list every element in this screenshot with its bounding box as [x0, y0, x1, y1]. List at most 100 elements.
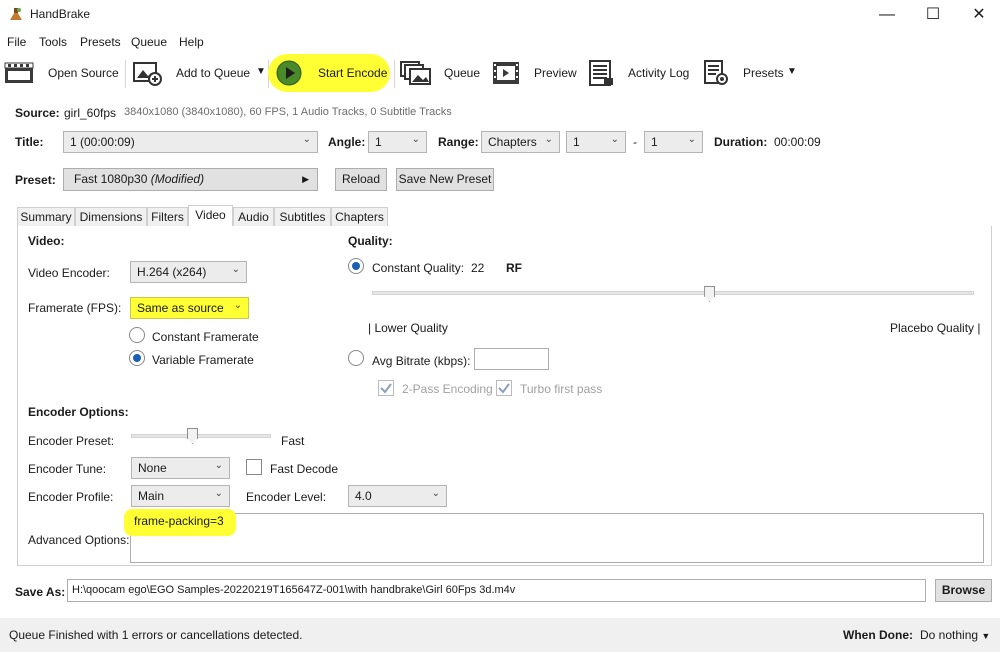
avg-bitrate-input[interactable] [474, 348, 549, 370]
range-select[interactable]: Chapters ⌄ [481, 131, 560, 153]
tab-subtitles[interactable]: Subtitles [274, 207, 331, 227]
chevron-down-icon: ⌄ [214, 488, 223, 499]
constant-quality-label[interactable]: Constant Quality: [372, 261, 464, 275]
constant-framerate-label[interactable]: Constant Framerate [152, 330, 259, 344]
presets-dropdown-icon[interactable]: ▼ [787, 66, 797, 77]
variable-framerate-radio[interactable] [129, 350, 145, 366]
fast-decode-checkbox[interactable] [246, 459, 262, 475]
duration-label: Duration: [714, 135, 768, 149]
tab-dimensions[interactable]: Dimensions [75, 207, 147, 227]
chevron-down-icon: ⌄ [431, 488, 440, 499]
encoder-options-heading: Encoder Options: [28, 405, 129, 419]
tab-summary[interactable]: Summary [17, 207, 75, 227]
minimize-button[interactable]: — [877, 5, 897, 25]
lower-quality-label: | Lower Quality [368, 321, 448, 335]
rf-unit: RF [506, 261, 522, 275]
chevron-down-icon: ⌄ [302, 134, 311, 145]
tab-chapters[interactable]: Chapters [331, 207, 388, 227]
browse-button[interactable]: Browse [935, 579, 992, 602]
save-new-preset-button[interactable]: Save New Preset [396, 168, 494, 191]
tab-video[interactable]: Video [188, 205, 233, 227]
add-to-queue-dropdown-icon[interactable]: ▼ [256, 66, 266, 77]
avg-bitrate-radio[interactable] [348, 350, 364, 366]
chevron-down-icon: ⌄ [233, 300, 242, 311]
open-source-icon[interactable] [4, 60, 34, 86]
tab-filters[interactable]: Filters [147, 207, 188, 227]
variable-framerate-label[interactable]: Variable Framerate [152, 353, 254, 367]
menu-tools[interactable]: Tools [39, 35, 67, 49]
title-select[interactable]: 1 (00:00:09) ⌄ [63, 131, 318, 153]
activity-log-button[interactable]: Activity Log [628, 66, 689, 80]
when-done-value: Do nothing [920, 628, 979, 642]
when-done-select[interactable]: Do nothing ▼ [920, 628, 990, 642]
open-source-button[interactable]: Open Source [48, 66, 119, 80]
tab-audio[interactable]: Audio [233, 207, 274, 227]
add-to-queue-button[interactable]: Add to Queue [176, 66, 250, 80]
maximize-button[interactable]: ☐ [923, 5, 943, 25]
menu-queue[interactable]: Queue [131, 35, 167, 49]
fast-decode-label[interactable]: Fast Decode [270, 462, 338, 476]
encoder-level-value: 4.0 [355, 489, 372, 503]
encoder-level-label: Encoder Level: [246, 490, 327, 504]
presets-icon[interactable] [703, 60, 729, 86]
encoder-level-select[interactable]: 4.0 ⌄ [348, 485, 447, 507]
avg-bitrate-label[interactable]: Avg Bitrate (kbps): [372, 354, 470, 368]
quality-slider-track[interactable] [372, 291, 974, 295]
constant-quality-radio[interactable] [348, 258, 364, 274]
presets-button[interactable]: Presets [743, 66, 784, 80]
source-info: 3840x1080 (3840x1080), 60 FPS, 1 Audio T… [124, 106, 452, 118]
chevron-right-icon: ▶ [302, 174, 309, 184]
checkmark-icon [498, 383, 510, 394]
encoder-preset-label: Encoder Preset: [28, 434, 115, 448]
play-icon[interactable] [276, 60, 302, 86]
range-end-value: 1 [651, 135, 658, 149]
encoder-profile-select[interactable]: Main ⌄ [131, 485, 230, 507]
framerate-value: Same as source [137, 301, 224, 315]
range-end-select[interactable]: 1 ⌄ [644, 131, 703, 153]
save-as-input[interactable]: H:\qoocam ego\EGO Samples-20220219T16564… [67, 579, 926, 602]
preview-button[interactable]: Preview [534, 66, 577, 80]
encoder-tune-select[interactable]: None ⌄ [131, 457, 230, 479]
handbrake-logo-icon [8, 6, 24, 22]
duration-value: 00:00:09 [774, 135, 821, 149]
video-encoder-select[interactable]: H.264 (x264) ⌄ [130, 261, 247, 283]
preset-selector[interactable]: Fast 1080p30 (Modified) ▶ [63, 168, 318, 191]
angle-select[interactable]: 1 ⌄ [368, 131, 427, 153]
encoder-tune-label: Encoder Tune: [28, 462, 107, 476]
range-select-value: Chapters [488, 135, 537, 149]
range-start-select[interactable]: 1 ⌄ [566, 131, 626, 153]
advanced-options-value[interactable]: frame-packing=3 [134, 514, 224, 528]
encoder-profile-label: Encoder Profile: [28, 490, 114, 504]
turbo-checkbox[interactable] [496, 380, 512, 396]
title-label: Title: [15, 135, 44, 149]
video-encoder-value: H.264 (x264) [137, 265, 207, 279]
range-dash: - [633, 135, 637, 149]
preset-modified: (Modified) [150, 172, 205, 186]
menu-file[interactable]: File [7, 35, 26, 49]
activity-log-icon[interactable] [588, 60, 614, 86]
queue-icon[interactable] [400, 60, 432, 86]
preview-icon[interactable] [492, 60, 520, 86]
angle-select-value: 1 [375, 135, 382, 149]
add-to-queue-icon[interactable] [133, 60, 163, 86]
encoder-tune-value: None [138, 461, 167, 475]
queue-button[interactable]: Queue [444, 66, 480, 80]
framerate-label: Framerate (FPS): [28, 301, 122, 315]
advanced-options-textarea[interactable] [130, 513, 984, 563]
framerate-select[interactable]: Same as source ⌄ [130, 297, 249, 319]
two-pass-label: 2-Pass Encoding [402, 382, 493, 396]
start-encode-button[interactable]: Start Encode [318, 66, 387, 80]
reload-button[interactable]: Reload [335, 168, 387, 191]
chevron-down-icon: ⌄ [610, 134, 619, 145]
chevron-down-icon: ▼ [981, 631, 991, 641]
close-button[interactable]: ✕ [969, 5, 989, 25]
preset-value: Fast 1080p30 [74, 172, 148, 186]
menu-presets[interactable]: Presets [80, 35, 121, 49]
range-label: Range: [438, 135, 479, 149]
source-name: girl_60fps [64, 106, 117, 120]
constant-framerate-radio[interactable] [129, 327, 145, 343]
two-pass-checkbox[interactable] [378, 380, 394, 396]
encoder-profile-value: Main [138, 489, 165, 503]
encoder-preset-slider-track[interactable] [131, 434, 271, 438]
menu-help[interactable]: Help [179, 35, 204, 49]
